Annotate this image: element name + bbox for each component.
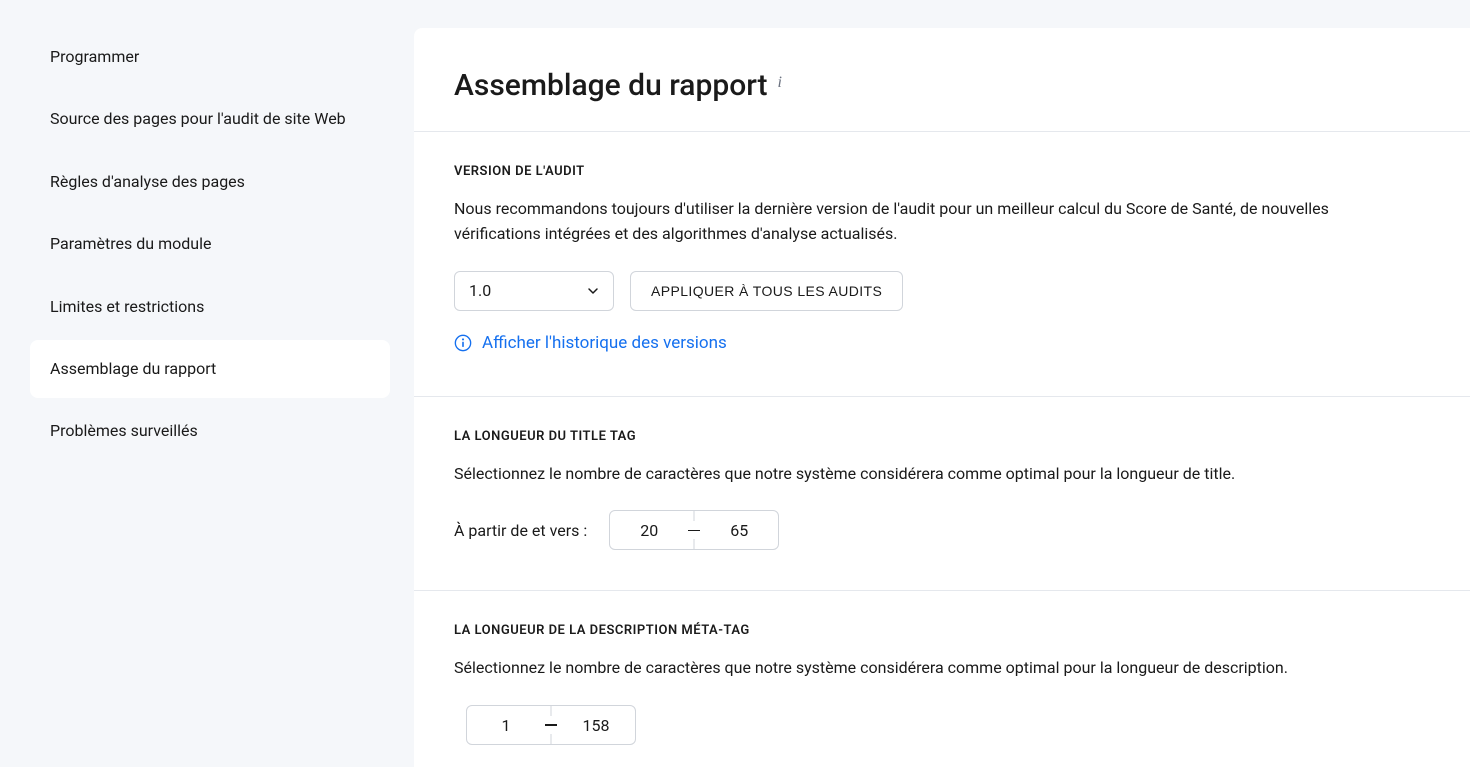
section-title-audit-version: VERSION DE L'AUDIT (454, 164, 1430, 179)
sidebar-item-analysis-rules[interactable]: Règles d'analyse des pages (30, 153, 390, 211)
main-content: Assemblage du rapport i VERSION DE L'AUD… (414, 28, 1470, 767)
page-title: Assemblage du rapport i (454, 68, 782, 103)
audit-version-select[interactable]: 1.0 (454, 271, 614, 311)
section-desc-audit-version: Nous recommandons toujours d'utiliser la… (454, 197, 1414, 247)
meta-desc-length-range[interactable]: 1 158 (466, 705, 636, 745)
title-length-range[interactable]: 20 65 (609, 510, 779, 550)
title-length-range-label: À partir de et vers : (454, 521, 587, 540)
sidebar-item-report-assembly[interactable]: Assemblage du rapport (30, 340, 390, 398)
sidebar-item-programmer[interactable]: Programmer (30, 28, 390, 86)
title-length-from[interactable]: 20 (610, 511, 688, 549)
dash-icon (545, 724, 557, 726)
page-title-text: Assemblage du rapport (454, 68, 768, 103)
section-desc-meta-desc: Sélectionnez le nombre de caractères que… (454, 656, 1414, 681)
section-meta-desc-length: LA LONGUEUR DE LA DESCRIPTION MÉTA-TAG S… (414, 591, 1470, 767)
range-separator (688, 511, 700, 549)
section-title-meta-desc: LA LONGUEUR DE LA DESCRIPTION MÉTA-TAG (454, 623, 1430, 638)
section-desc-title-length: Sélectionnez le nombre de caractères que… (454, 462, 1414, 487)
range-separator (545, 706, 557, 744)
section-audit-version: VERSION DE L'AUDIT Nous recommandons tou… (414, 132, 1470, 397)
sidebar-item-page-source[interactable]: Source des pages pour l'audit de site We… (30, 90, 390, 148)
version-history-link-text: Afficher l'historique des versions (482, 333, 727, 353)
page-header: Assemblage du rapport i (414, 28, 1470, 132)
section-title-length: LA LONGUEUR DU TITLE TAG Sélectionnez le… (414, 397, 1470, 592)
info-icon[interactable]: i (778, 74, 782, 92)
title-length-to[interactable]: 65 (700, 511, 778, 549)
meta-desc-length-to[interactable]: 158 (557, 706, 635, 744)
sidebar-item-module-params[interactable]: Paramètres du module (30, 215, 390, 273)
chevron-down-icon (587, 285, 599, 297)
sidebar-item-limits[interactable]: Limites et restrictions (30, 278, 390, 336)
version-history-link[interactable]: Afficher l'historique des versions (454, 333, 727, 353)
audit-version-value: 1.0 (469, 281, 491, 300)
sidebar: Programmer Source des pages pour l'audit… (0, 28, 414, 767)
info-circle-icon (454, 334, 472, 352)
apply-all-audits-button[interactable]: APPLIQUER À TOUS LES AUDITS (630, 271, 903, 311)
sidebar-item-monitored-issues[interactable]: Problèmes surveillés (30, 402, 390, 460)
section-title-title-length: LA LONGUEUR DU TITLE TAG (454, 429, 1430, 444)
meta-desc-length-from[interactable]: 1 (467, 706, 545, 744)
dash-icon (688, 530, 700, 532)
